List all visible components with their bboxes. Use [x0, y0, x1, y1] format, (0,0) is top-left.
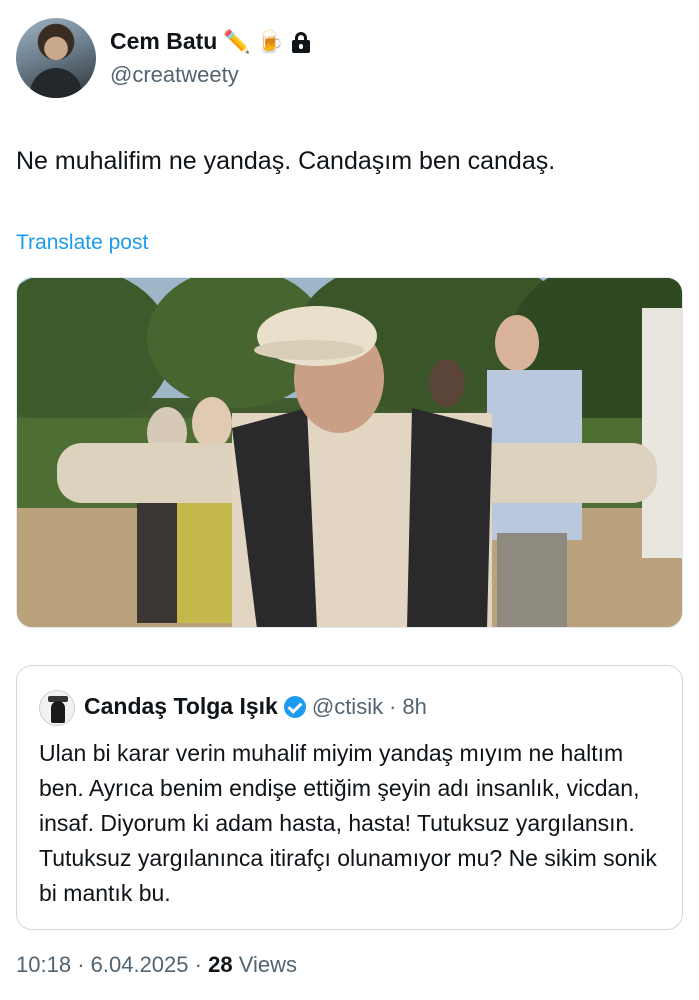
quote-author-handle[interactable]: @ctisik — [312, 694, 383, 720]
beer-emoji: 🍺 — [256, 28, 285, 54]
author-avatar[interactable] — [16, 18, 96, 98]
post-metadata: 10:18 · 6.04.2025 · 28 Views — [16, 952, 297, 978]
quote-header: Candaş Tolga Işık @ctisik · 8h — [84, 693, 427, 720]
quote-text: Ulan bi karar verin muhalif miyim yandaş… — [39, 740, 657, 906]
author-name[interactable]: Cem Batu — [110, 28, 217, 55]
quote-timestamp[interactable]: 8h — [402, 694, 426, 720]
post-time[interactable]: 10:18 — [16, 952, 71, 977]
views-count[interactable]: 28 — [208, 952, 232, 977]
quote-separator: · — [389, 693, 397, 719]
verified-badge-icon — [283, 695, 306, 718]
quote-author-name[interactable]: Candaş Tolga Işık — [84, 693, 278, 720]
views-label: Views — [238, 952, 297, 977]
meta-separator: · — [194, 952, 202, 977]
post-date[interactable]: 6.04.2025 — [91, 952, 189, 977]
avatar-silhouette — [30, 68, 82, 98]
author-name-row[interactable]: Cem Batu ✏️ 🍺 — [110, 28, 311, 55]
lock-icon — [292, 31, 311, 53]
quoted-post-card[interactable]: Candaş Tolga Işık @ctisik · 8h Ulan bi k… — [16, 665, 683, 930]
translate-post-link[interactable]: Translate post — [16, 231, 148, 255]
meta-separator: · — [77, 952, 85, 977]
tweet-text: Ne muhalifim ne yandaş. Candaşım ben can… — [16, 147, 556, 175]
quote-author-avatar[interactable] — [39, 690, 75, 726]
pencil-emoji: ✏️ — [223, 28, 251, 54]
author-handle[interactable]: @creatweety — [110, 62, 239, 88]
tweet-media-image[interactable] — [16, 277, 683, 628]
film-still-illustration — [17, 278, 682, 627]
